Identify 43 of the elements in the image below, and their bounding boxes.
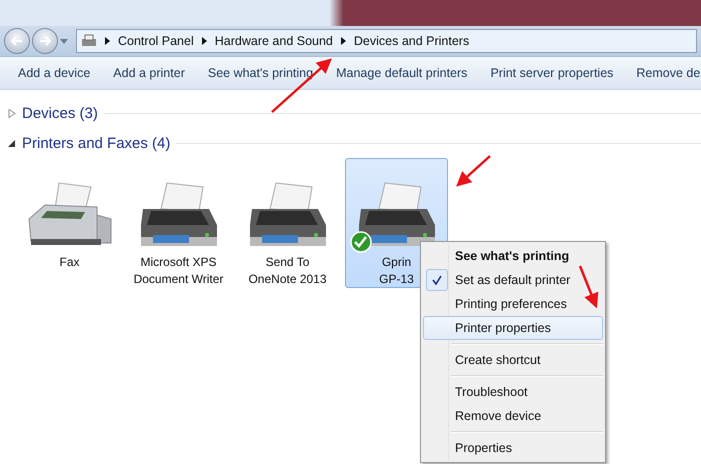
back-button[interactable]: [4, 28, 30, 54]
selected-device-tile[interactable]: Gprin GP-13: [345, 158, 448, 288]
device-label: Document Writer: [134, 272, 224, 287]
toolbar-button[interactable]: Manage default printers: [336, 66, 468, 80]
dropdown-caret-icon[interactable]: [60, 38, 68, 44]
toolbar-button[interactable]: Remove de: [636, 66, 700, 80]
arrow-annotation: [456, 155, 491, 187]
chevron-right-icon[interactable]: [340, 37, 346, 45]
toolbar-button[interactable]: Add a device: [18, 66, 90, 80]
device-tile[interactable]: Microsoft XPS Document Writer: [127, 158, 230, 288]
arrow-annotation: [578, 266, 598, 308]
forward-button[interactable]: [32, 28, 58, 54]
forward-arrow-icon: [39, 36, 51, 46]
device-label: OneNote 2013: [248, 272, 327, 287]
device-label: Gprin: [382, 255, 412, 270]
toolbar-button[interactable]: See what's printing: [208, 66, 314, 80]
printer-icon: [81, 34, 97, 48]
toolbar-button[interactable]: Print server properties: [490, 66, 614, 80]
group-header[interactable]: Printers and Faxes (4): [22, 134, 170, 152]
menu-item[interactable]: Printing preferences: [423, 292, 603, 316]
toolbar-button[interactable]: Add a printer: [113, 66, 185, 80]
device-label: Microsoft XPS: [140, 255, 217, 270]
collapsed-triangle-icon[interactable]: [8, 108, 16, 118]
device-label: GP-13: [379, 272, 414, 287]
address-bar[interactable]: Control Panel Hardware and Sound Devices and Printers: [76, 29, 697, 53]
arrow-annotation: [271, 58, 332, 113]
device-tile[interactable]: Send To OneNote 2013: [236, 158, 339, 288]
chevron-right-icon[interactable]: [202, 37, 207, 45]
breadcrumb-item[interactable]: Devices and Printers: [354, 34, 470, 48]
chevron-right-icon[interactable]: [105, 37, 110, 45]
menu-item[interactable]: Properties: [423, 436, 603, 460]
menu-item[interactable]: Create shortcut: [423, 348, 603, 372]
device-tile[interactable]: Fax: [18, 158, 121, 288]
back-arrow-icon: [11, 36, 23, 46]
breadcrumb-item[interactable]: Hardware and Sound: [214, 34, 333, 48]
menu-item[interactable]: Printer properties: [423, 316, 603, 340]
menu-item[interactable]: Troubleshoot: [423, 380, 603, 404]
device-label: Fax: [59, 255, 80, 270]
expanded-triangle-icon[interactable]: [8, 138, 16, 148]
menu-item[interactable]: Remove device: [423, 404, 603, 428]
device-label: Send To: [266, 255, 310, 270]
breadcrumb-item[interactable]: Control Panel: [118, 34, 194, 48]
group-header[interactable]: Devices (3): [22, 104, 98, 122]
